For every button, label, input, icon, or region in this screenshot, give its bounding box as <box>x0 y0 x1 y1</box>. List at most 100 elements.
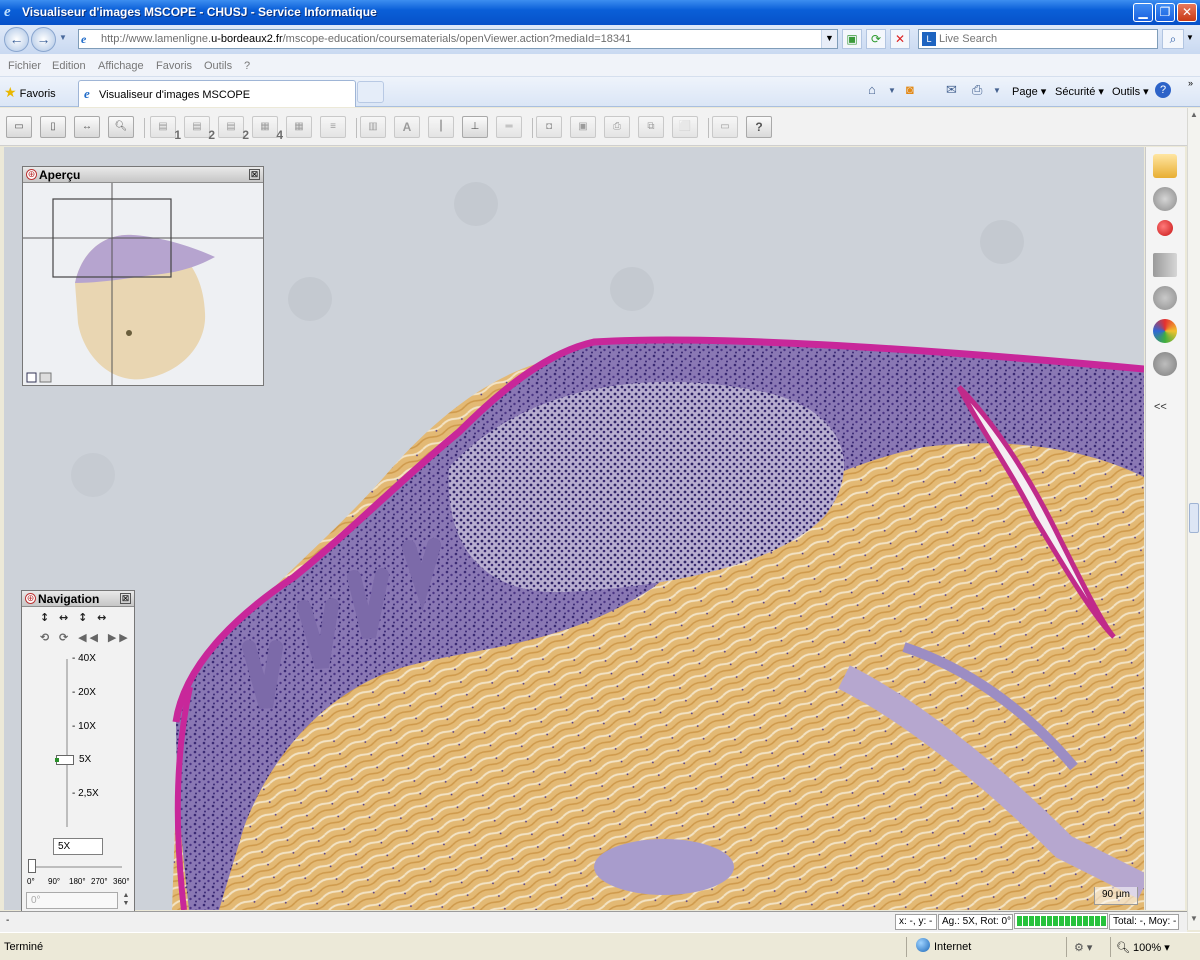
book-icon[interactable] <box>1153 253 1177 277</box>
home-icon[interactable]: ⌂ <box>868 82 876 97</box>
measure-button[interactable]: ⊥ <box>462 116 488 138</box>
rotation-slider-thumb[interactable] <box>28 859 36 873</box>
zoom-input[interactable] <box>53 838 103 855</box>
back-button[interactable]: ← <box>4 27 29 52</box>
pin-icon[interactable]: ⊕ <box>25 593 36 604</box>
search-options-icon[interactable]: ▼ <box>1186 33 1194 42</box>
compatibility-button[interactable]: ▣ <box>842 29 862 49</box>
grid-button[interactable]: ▦ <box>286 116 312 138</box>
new-tab-button[interactable] <box>357 81 384 103</box>
print-icon[interactable]: ⎙ <box>972 82 982 98</box>
window-button[interactable]: ▭ <box>712 116 738 138</box>
menu-help[interactable]: ? <box>244 60 250 72</box>
address-dropdown-icon[interactable]: ▼ <box>821 30 837 48</box>
info-icon[interactable] <box>1153 286 1177 310</box>
menu-outils[interactable]: Outils <box>204 60 232 72</box>
screens-button[interactable]: ⧉ <box>638 116 664 138</box>
panel-button[interactable]: ▥ <box>360 116 386 138</box>
chevron-more-icon[interactable]: » <box>1188 78 1193 88</box>
menu-favoris[interactable]: Favoris <box>156 60 192 72</box>
disc-icon[interactable] <box>1153 187 1177 211</box>
help-button[interactable]: ? <box>746 116 772 138</box>
eraser-icon[interactable] <box>39 372 52 383</box>
folder-camera-button[interactable]: ▣ <box>570 116 596 138</box>
split-view-button[interactable]: ▯ <box>40 116 66 138</box>
collapse-panel-button[interactable]: << <box>1154 401 1167 413</box>
apercu-panel[interactable]: ⊕ Aperçu ⊠ 5X <box>22 166 264 386</box>
close-window-button[interactable]: ✕ <box>1177 3 1197 22</box>
zoom-level-10x[interactable]: - 10X <box>72 721 96 732</box>
overview-toggle-icon[interactable] <box>26 372 37 383</box>
refresh-button[interactable]: ⟳ <box>866 29 886 49</box>
scale-button[interactable]: ═ <box>496 116 522 138</box>
apercu-header[interactable]: ⊕ Aperçu ⊠ <box>23 167 263 183</box>
home-dropdown-icon[interactable]: ▼ <box>888 86 896 95</box>
layout-1-button[interactable]: ▤ 1 <box>150 116 181 142</box>
scroll-up-icon[interactable]: ▲ <box>1188 110 1200 124</box>
address-bar[interactable]: e http://www.lamenligne.u-bordeaux2.fr/m… <box>78 29 838 49</box>
security-menu-button[interactable]: Sécurité ▾ <box>1055 85 1104 98</box>
layout-2-button[interactable]: ▤ 2 <box>184 116 215 142</box>
zoom-level-button[interactable]: 🔍︎ 100% ▾ <box>1116 941 1170 954</box>
color-balance-icon[interactable] <box>1153 319 1177 343</box>
forward-button[interactable]: → <box>31 27 56 52</box>
address-url[interactable]: http://www.lamenligne.u-bordeaux2.fr/msc… <box>101 33 631 45</box>
search-box[interactable]: L <box>918 29 1158 49</box>
chat-icon[interactable] <box>1153 352 1177 376</box>
rotation-slider-track[interactable] <box>32 866 122 868</box>
rotation-input[interactable] <box>26 892 118 909</box>
list-button[interactable]: ≡ <box>320 116 346 138</box>
favorites-button[interactable]: ★ Favoris <box>4 82 56 102</box>
history-dropdown-icon[interactable]: ▼ <box>59 33 67 42</box>
zoom-level-20x[interactable]: - 20X <box>72 687 96 698</box>
page-menu-button[interactable]: Page ▾ <box>1012 85 1046 98</box>
magnifier-button[interactable]: 🔍︎ <box>108 116 134 138</box>
open-folder-icon[interactable] <box>1153 154 1177 178</box>
scroll-down-icon[interactable]: ▼ <box>1188 914 1200 928</box>
search-input[interactable] <box>939 31 1149 47</box>
navigation-close-button[interactable]: ⊠ <box>120 593 131 604</box>
pin-marker-icon[interactable] <box>1157 220 1173 236</box>
text-annotation-button[interactable]: A <box>394 116 420 138</box>
zoom-level-2-5x[interactable]: - 2,5X <box>72 788 99 799</box>
scroll-thumb[interactable] <box>1189 503 1199 533</box>
camera-button[interactable]: ◘ <box>536 116 562 138</box>
rotation-spinner[interactable]: ▲ ▼ <box>120 892 132 909</box>
zoom-slider-track[interactable] <box>66 659 68 827</box>
layout-4-button[interactable]: ▦ 4 <box>252 116 283 142</box>
menu-affichage[interactable]: Affichage <box>98 60 144 72</box>
ruler-button[interactable]: ┃ <box>428 116 454 138</box>
zoom-level-40x[interactable]: - 40X <box>72 653 96 664</box>
loading-progress-fill <box>1017 916 1107 926</box>
vertical-scrollbar[interactable]: ▲ ▼ <box>1187 108 1200 930</box>
menu-fichier[interactable]: Fichier <box>8 60 41 72</box>
fullscreen-button[interactable]: ⬜ <box>672 116 698 138</box>
menu-edition[interactable]: Edition <box>52 60 86 72</box>
maximize-button[interactable]: ❐ <box>1155 3 1175 22</box>
print-dropdown-icon[interactable]: ▼ <box>993 86 1001 95</box>
navigation-panel[interactable]: ⊕ Navigation ⊠ ↕ ↔ ↕ ↔ ⟲ ⟳ ◀◀ ▶▶ - 40X -… <box>21 590 135 912</box>
pan-arrows[interactable]: ↕ ↔ ↕ ↔ <box>40 611 109 624</box>
overview-thumbnail[interactable] <box>23 183 263 385</box>
apercu-close-button[interactable]: ⊠ <box>249 169 260 180</box>
layout-2b-button[interactable]: ▤ 2 <box>218 116 249 142</box>
zoom-slider-thumb[interactable] <box>55 755 74 765</box>
fit-width-button[interactable]: ↔ <box>74 116 100 138</box>
single-view-button[interactable]: ▭ <box>6 116 32 138</box>
printer-button[interactable]: ⎙ <box>604 116 630 138</box>
tools-menu-button[interactable]: Outils ▾ <box>1112 85 1149 98</box>
pin-icon[interactable]: ⊕ <box>26 169 37 180</box>
tab-mscope[interactable]: e Visualiseur d'images MSCOPE <box>78 80 356 107</box>
zoom-level-5x[interactable]: 5X <box>79 754 91 765</box>
protected-mode-icon[interactable]: ⚙ ▾ <box>1074 941 1092 954</box>
help-circle-icon[interactable]: ? <box>1155 82 1171 98</box>
rss-feed-icon[interactable]: ◙ <box>906 82 914 97</box>
rotation-label-180: 180° <box>69 877 86 886</box>
page-check-icon: ▣ <box>846 32 858 46</box>
rotate-arrows[interactable]: ⟲ ⟳ ◀◀ ▶▶ <box>40 631 131 644</box>
minimize-button[interactable]: ▁ <box>1133 3 1153 22</box>
search-button[interactable]: ⌕ <box>1162 29 1184 49</box>
mail-icon[interactable]: ✉ <box>946 82 957 98</box>
stop-button[interactable]: ✕ <box>890 29 910 49</box>
navigation-header[interactable]: ⊕ Navigation ⊠ <box>22 591 134 607</box>
